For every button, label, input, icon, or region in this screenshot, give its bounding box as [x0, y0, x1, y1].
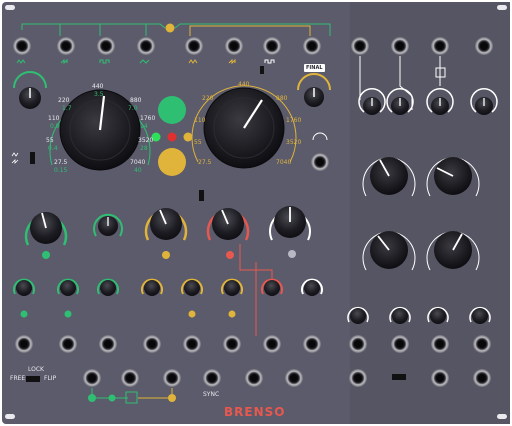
- green-dot-icon: [42, 251, 50, 259]
- red-dot-icon: [226, 251, 234, 259]
- dial-left-scale-0: 440: [92, 83, 104, 90]
- dial-right-scale-7: 27.5: [198, 159, 212, 166]
- dial-left-scale-7: 27.5: [54, 159, 68, 166]
- jack-right-4: [475, 37, 493, 55]
- dial-left-scale-6: 3520: [138, 137, 154, 144]
- free-label: FREE: [10, 375, 26, 382]
- jack-right-2: [391, 37, 409, 55]
- dial-left-scale-4: 1760: [140, 115, 156, 122]
- right-wave-switch[interactable]: [392, 374, 406, 380]
- sync-label: SYNC: [203, 391, 220, 398]
- mode-switch-red[interactable]: [199, 190, 204, 201]
- led-yellow: [183, 132, 193, 142]
- dial-left-sub-6: 28: [140, 145, 148, 152]
- logic-note-yellow-icon: [168, 394, 176, 402]
- dial-right-scale-1: 220: [202, 95, 214, 102]
- dial-left-sub-8: 40: [134, 167, 142, 174]
- dial-right-scale-4: 1760: [286, 117, 302, 124]
- dial-left-sub-2: 7.0: [128, 105, 138, 112]
- dial-left-scale-3: 110: [48, 115, 60, 122]
- lock-label: LOCK: [28, 366, 44, 373]
- logic-note-green-icon: [88, 394, 96, 402]
- free-flip-switch[interactable]: [26, 376, 40, 382]
- dial-right-scale-0: 440: [238, 81, 250, 88]
- panel-right-section: [350, 2, 510, 424]
- wave-select-switch[interactable]: [260, 66, 264, 74]
- jack-top-6: [225, 37, 243, 55]
- jack-mid-input[interactable]: [311, 153, 329, 171]
- dial-right-scale-5: 55: [194, 139, 202, 146]
- final-label: FINAL: [304, 64, 325, 72]
- eurorack-module-panel: FINAL FREE FLIP LOCK SYNC BRENSO 440 220…: [0, 0, 512, 426]
- green-pad-button[interactable]: [158, 96, 186, 124]
- dial-left-sub-4: 14: [140, 123, 148, 130]
- logic-node-icon: [108, 394, 116, 402]
- white-dot-icon: [288, 250, 296, 258]
- dial-left-scale-8: 7040: [130, 159, 146, 166]
- yellow-pad-button[interactable]: [158, 148, 186, 176]
- dial-left-sub-1: 1.7: [62, 105, 72, 112]
- brand-logo: BRENSO: [224, 405, 286, 419]
- jack-top-8: [303, 37, 321, 55]
- jack-top-5: [185, 37, 203, 55]
- dial-right-scale-8: 7040: [276, 159, 292, 166]
- dial-right-scale-6: 3520: [286, 139, 302, 146]
- dial-left-scale-5: 55: [46, 137, 54, 144]
- flip-label: FLIP: [44, 375, 57, 382]
- sync-dot-icon: [165, 23, 175, 33]
- jack-top-7: [263, 37, 281, 55]
- led-red: [167, 132, 177, 142]
- range-switch[interactable]: [30, 152, 35, 164]
- dial-left-sub-0: 3.5: [94, 91, 104, 98]
- dial-right-scale-3: 110: [194, 117, 206, 124]
- dial-left-sub-5: 0.4: [48, 145, 58, 152]
- jack-right-1: [351, 37, 369, 55]
- panel-artwork: [2, 2, 510, 424]
- dial-right-scale-2: 880: [276, 95, 288, 102]
- dial-left-scale-2: 880: [130, 97, 142, 104]
- jack-top-1: [13, 37, 31, 55]
- dial-left-sub-7: 0.15: [54, 167, 68, 174]
- dial-left-scale-1: 220: [58, 97, 70, 104]
- jack-top-2: [57, 37, 75, 55]
- jack-right-3: [431, 37, 449, 55]
- jack-top-4: [137, 37, 155, 55]
- dial-left-sub-3: 0.9: [50, 123, 60, 130]
- yellow-dot-icon: [162, 251, 170, 259]
- jack-top-3: [97, 37, 115, 55]
